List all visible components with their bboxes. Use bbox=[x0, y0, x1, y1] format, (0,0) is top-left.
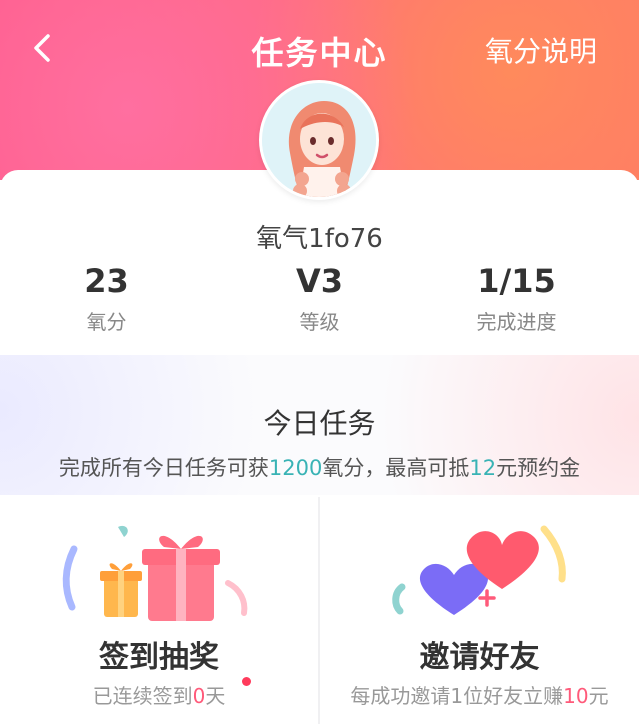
streak-text: 已连续签到 bbox=[92, 684, 193, 708]
reward-text: 每成功邀请1位好友立赚 bbox=[350, 684, 564, 708]
checkin-streak-text: 已连续签到0天 bbox=[0, 680, 318, 709]
streak-days: 0 bbox=[192, 684, 206, 708]
amount-highlight: 12 bbox=[469, 456, 497, 480]
desc-text: 完成所有今日任务可获 bbox=[58, 456, 269, 480]
stat-label: 等级 bbox=[299, 310, 340, 334]
avatar[interactable] bbox=[259, 80, 379, 200]
stat-level[interactable]: V3 等级 bbox=[213, 262, 426, 335]
points-highlight: 1200 bbox=[268, 456, 323, 480]
hearts-icon bbox=[392, 525, 566, 615]
desc-text: 氧分，最高可抵 bbox=[322, 456, 470, 480]
checkin-lottery-task[interactable]: 签到抽奖 已连续签到0天 bbox=[0, 497, 318, 724]
today-tasks-title: 今日任务 bbox=[263, 407, 376, 440]
points-help-link[interactable]: 氧分说明 bbox=[485, 30, 597, 70]
gift-box-icon bbox=[62, 525, 248, 621]
invite-task-title: 邀请好友 bbox=[419, 640, 540, 675]
streak-text: 天 bbox=[205, 684, 226, 708]
invite-friends-task[interactable]: 邀请好友 每成功邀请1位好友立赚10元 bbox=[320, 497, 639, 724]
desc-text: 元预约金 bbox=[496, 456, 581, 480]
reward-amount: 10 bbox=[563, 684, 589, 708]
stat-value: V3 bbox=[295, 262, 344, 300]
user-nickname: 氧气1fo76 bbox=[256, 224, 383, 254]
stat-progress[interactable]: 1/15 完成进度 bbox=[410, 262, 623, 335]
reward-text: 元 bbox=[588, 684, 609, 708]
stat-value: 1/15 bbox=[477, 262, 556, 300]
today-tasks-description: 完成所有今日任务可获1200氧分，最高可抵12元预约金 bbox=[0, 452, 639, 482]
stat-value: 23 bbox=[84, 262, 129, 300]
stat-points[interactable]: 23 氧分 bbox=[0, 262, 213, 335]
unread-dot bbox=[242, 677, 251, 686]
stat-label: 完成进度 bbox=[476, 310, 557, 334]
stat-label: 氧分 bbox=[86, 310, 127, 334]
invite-reward-text: 每成功邀请1位好友立赚10元 bbox=[320, 680, 639, 709]
checkin-task-title: 签到抽奖 bbox=[99, 640, 219, 675]
